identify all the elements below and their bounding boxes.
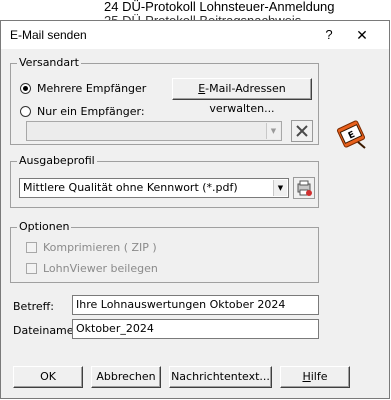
manage-button-label: -Mail-Adressen verwalten... [205, 82, 286, 115]
checkbox-box[interactable] [26, 262, 37, 274]
compress-zip-label: Komprimieren ( ZIP ) [43, 240, 157, 254]
printer-settings-icon [297, 180, 312, 196]
help-icon[interactable]: ? [319, 25, 339, 45]
delete-recipient-button[interactable] [291, 120, 313, 142]
radio-button-checked[interactable] [20, 82, 31, 94]
single-recipient-select[interactable]: ▼ [26, 121, 282, 141]
radio-multiple-label: Mehrere Empfänger [37, 81, 147, 95]
dialog-title: E-Mail senden [10, 28, 87, 42]
checkbox-box[interactable] [26, 241, 37, 253]
radio-single-recipient[interactable]: Nur ein Empfänger: [20, 104, 145, 118]
app-logo-icon: E [336, 118, 366, 150]
radio-button[interactable] [20, 105, 31, 117]
help-button[interactable]: Hilfe [280, 366, 350, 388]
background-list-item[interactable]: 24 DÜ-Protokoll Lohnsteuer-Anmeldung [104, 0, 335, 14]
edit-profile-button[interactable] [293, 177, 315, 199]
optionen-group: Optionen Komprimieren ( ZIP ) LohnViewer… [10, 220, 319, 283]
ausgabeprofil-group-label: Ausgabeprofil [17, 154, 97, 168]
subject-label: Betreff: [13, 300, 54, 313]
filename-value: Oktober_2024 [76, 322, 154, 335]
chevron-down-icon[interactable]: ▼ [266, 123, 280, 139]
compress-zip-checkbox[interactable]: Komprimieren ( ZIP ) [26, 240, 157, 254]
cancel-button[interactable]: Abbrechen [91, 366, 161, 388]
optionen-group-label: Optionen [17, 220, 72, 234]
dialog-titlebar: E-Mail senden ? ✕ [1, 21, 389, 49]
subject-input[interactable]: Ihre Lohnauswertungen Oktober 2024 [72, 295, 319, 315]
help-button-mnemonic: H [302, 370, 311, 383]
radio-single-label: Nur ein Empfänger: [37, 104, 145, 118]
close-icon[interactable]: ✕ [352, 25, 372, 45]
output-profile-value: Mittlere Qualität ohne Kennwort (*.pdf) [23, 181, 238, 194]
lohnviewer-checkbox[interactable]: LohnViewer beilegen [26, 261, 158, 275]
chevron-down-icon[interactable]: ▼ [273, 180, 287, 196]
delete-x-icon [296, 125, 308, 137]
lohnviewer-label: LohnViewer beilegen [43, 261, 158, 275]
email-send-dialog: E-Mail senden ? ✕ Versandart Mehrere Emp… [0, 20, 390, 399]
output-profile-select[interactable]: Mittlere Qualität ohne Kennwort (*.pdf) … [19, 178, 289, 198]
versandart-group-label: Versandart [17, 56, 81, 70]
filename-input[interactable]: Oktober_2024 [72, 319, 319, 339]
manage-email-addresses-button[interactable]: E-Mail-Adressen verwalten... [172, 78, 312, 115]
ok-button[interactable]: OK [13, 366, 83, 388]
help-button-label: ilfe [310, 370, 328, 383]
message-text-button[interactable]: Nachrichtentext... [169, 366, 272, 388]
versandart-group: Versandart Mehrere Empfänger Nur ein Emp… [10, 56, 319, 145]
radio-multiple-recipients[interactable]: Mehrere Empfänger [20, 81, 146, 95]
filename-label: Dateiname: [13, 324, 78, 337]
ausgabeprofil-group: Ausgabeprofil Mittlere Qualität ohne Ken… [10, 154, 319, 208]
subject-value: Ihre Lohnauswertungen Oktober 2024 [76, 298, 286, 311]
